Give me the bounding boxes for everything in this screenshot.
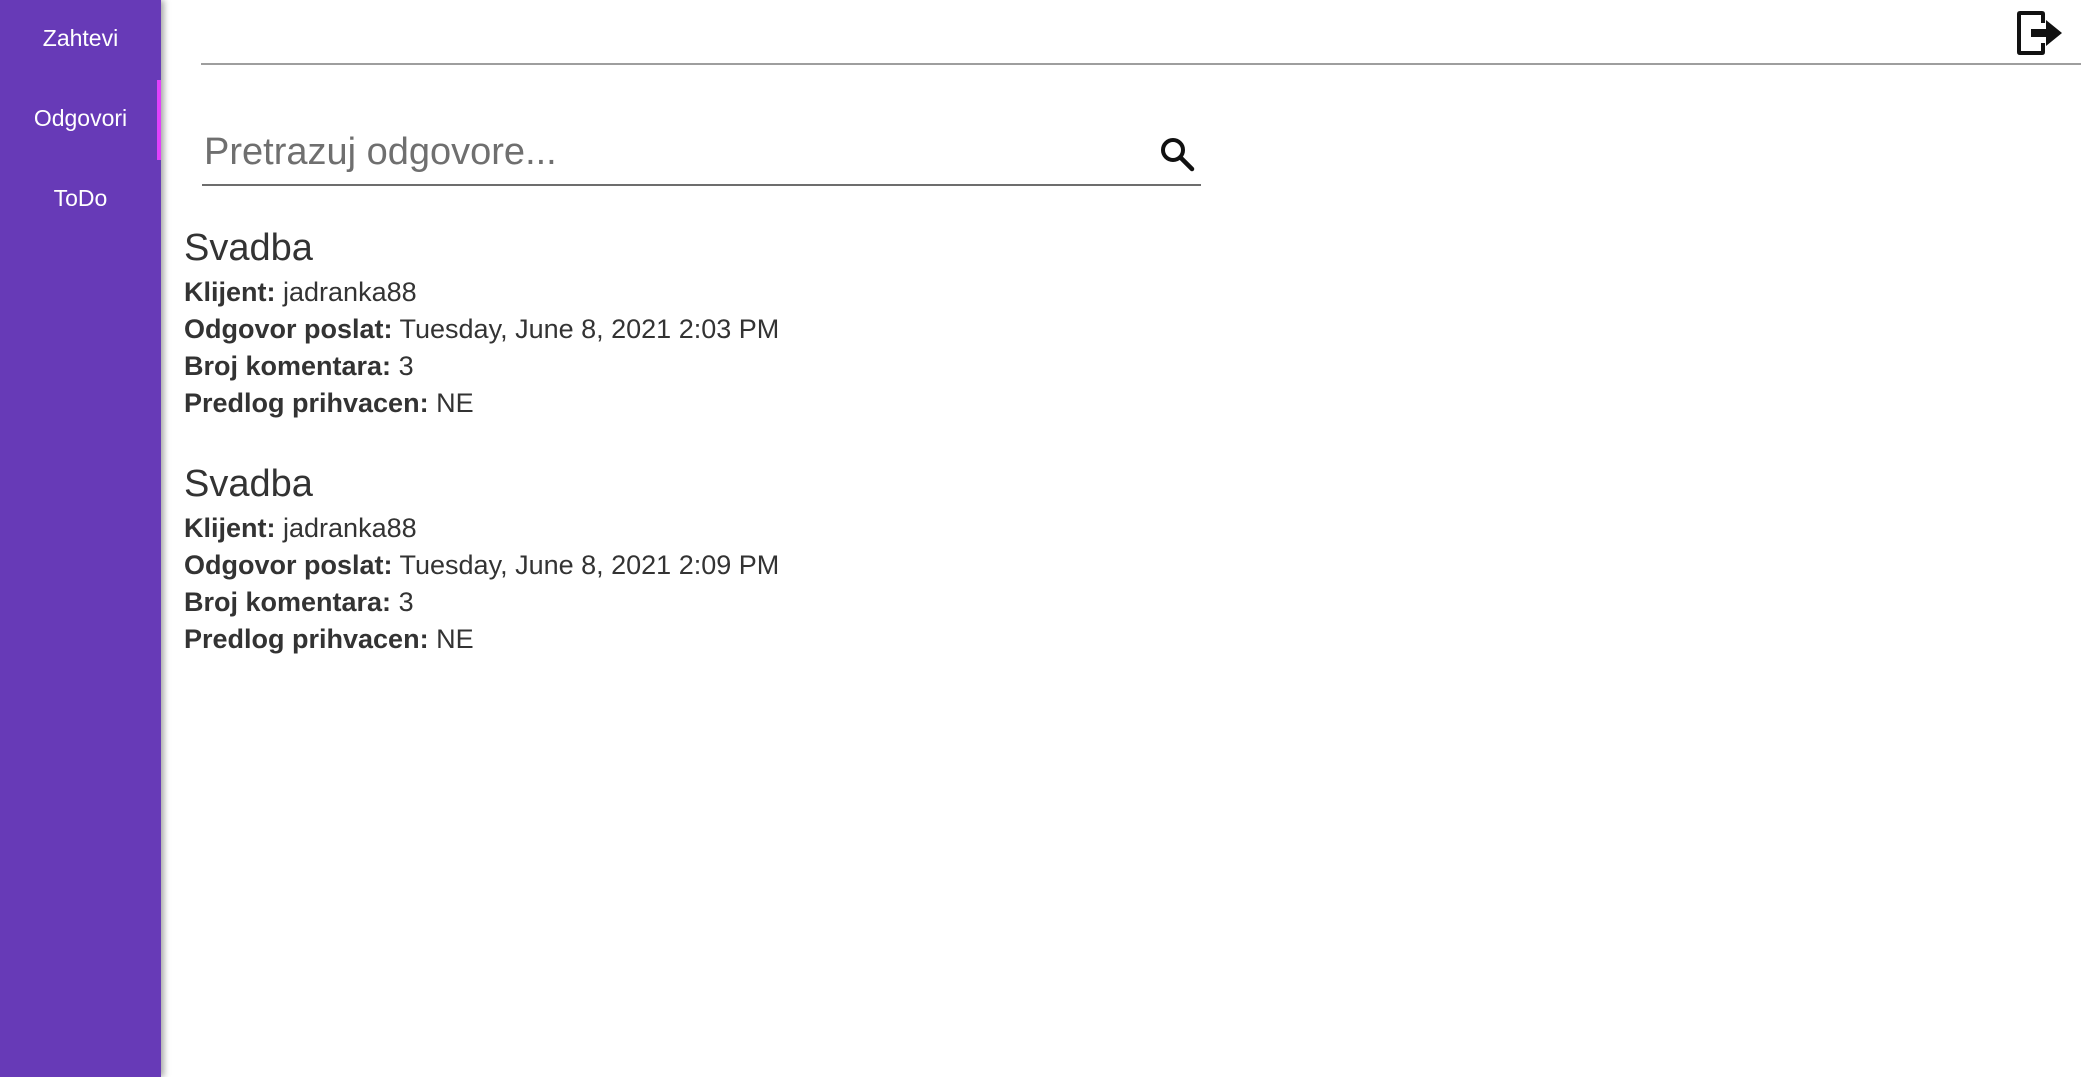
response-client-row: Klijent: jadranka88 bbox=[184, 510, 1384, 547]
sidebar: Zahtevi Odgovori ToDo bbox=[0, 0, 161, 1077]
comments-value: 3 bbox=[398, 587, 414, 617]
response-title: Svadba bbox=[184, 227, 313, 269]
search-icon bbox=[1161, 138, 1195, 172]
response-comments-row: Broj komentara: 3 bbox=[184, 584, 1384, 621]
response-comments-row: Broj komentara: 3 bbox=[184, 348, 1384, 385]
logout-button[interactable] bbox=[2012, 6, 2068, 60]
responses-list: Svadba Klijent: jadranka88 Odgovor posla… bbox=[184, 224, 1384, 696]
logout-icon bbox=[2017, 11, 2062, 55]
sent-label: Odgovor poslat: bbox=[184, 314, 393, 344]
search-input[interactable] bbox=[202, 124, 1126, 180]
response-item[interactable]: Svadba Klijent: jadranka88 Odgovor posla… bbox=[184, 224, 1384, 422]
accepted-label: Predlog prihvacen: bbox=[184, 388, 429, 418]
response-sent-row: Odgovor poslat: Tuesday, June 8, 2021 2:… bbox=[184, 547, 1384, 584]
sent-label: Odgovor poslat: bbox=[184, 550, 393, 580]
comments-label: Broj komentara: bbox=[184, 587, 392, 617]
sidebar-item-zahtevi[interactable]: Zahtevi bbox=[0, 0, 161, 80]
response-accepted-row: Predlog prihvacen: NE bbox=[184, 385, 1384, 422]
client-value: jadranka88 bbox=[283, 513, 417, 543]
response-client-row: Klijent: jadranka88 bbox=[184, 274, 1384, 311]
response-item[interactable]: Svadba Klijent: jadranka88 Odgovor posla… bbox=[184, 460, 1384, 658]
comments-value: 3 bbox=[398, 351, 414, 381]
search-bar bbox=[202, 124, 1201, 186]
sent-value: Tuesday, June 8, 2021 2:09 PM bbox=[399, 550, 780, 580]
header-divider bbox=[201, 63, 2081, 65]
client-label: Klijent: bbox=[184, 513, 276, 543]
search-button[interactable] bbox=[1157, 134, 1197, 174]
client-value: jadranka88 bbox=[283, 277, 417, 307]
sidebar-item-odgovori[interactable]: Odgovori bbox=[0, 80, 161, 160]
accepted-value: NE bbox=[436, 624, 474, 654]
response-title: Svadba bbox=[184, 463, 313, 505]
comments-label: Broj komentara: bbox=[184, 351, 392, 381]
response-accepted-row: Predlog prihvacen: NE bbox=[184, 621, 1384, 658]
accepted-label: Predlog prihvacen: bbox=[184, 624, 429, 654]
sidebar-item-todo[interactable]: ToDo bbox=[0, 160, 161, 240]
response-sent-row: Odgovor poslat: Tuesday, June 8, 2021 2:… bbox=[184, 311, 1384, 348]
client-label: Klijent: bbox=[184, 277, 276, 307]
accepted-value: NE bbox=[436, 388, 474, 418]
sent-value: Tuesday, June 8, 2021 2:03 PM bbox=[399, 314, 780, 344]
